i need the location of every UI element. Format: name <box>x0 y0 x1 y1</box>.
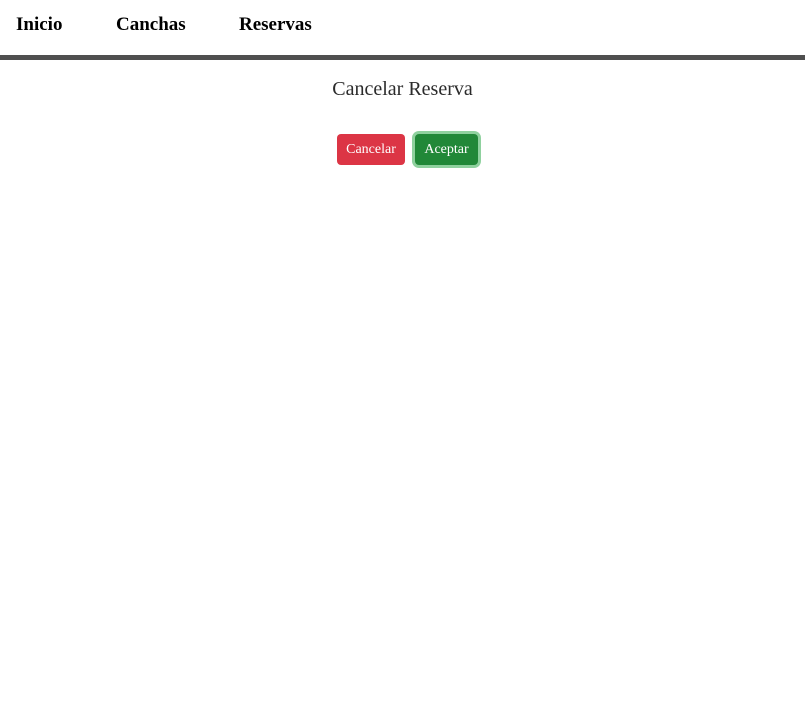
top-navbar: Inicio Canchas Reservas <box>0 0 805 55</box>
nav-link-inicio[interactable]: Inicio <box>16 13 62 37</box>
page-title: Cancelar Reserva <box>332 78 473 100</box>
nav-link-reservas[interactable]: Reservas <box>239 13 312 37</box>
accept-button[interactable]: Aceptar <box>415 134 478 165</box>
nav-divider <box>0 55 805 60</box>
nav-link-canchas[interactable]: Canchas <box>116 13 186 37</box>
cancel-button[interactable]: Cancelar <box>337 134 405 165</box>
